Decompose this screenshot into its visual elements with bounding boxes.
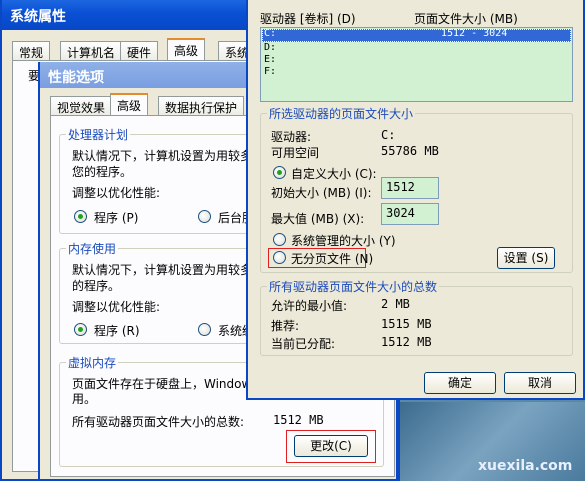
system-managed-label[interactable]: 系统管理的大小 (Y): [291, 232, 396, 249]
cancel-button[interactable]: 取消: [504, 372, 576, 394]
tab-advanced[interactable]: 高级: [167, 38, 206, 60]
initial-size-label: 初始大小 (MB) (I):: [271, 186, 372, 200]
drive-row-drive[interactable]: F:: [264, 66, 276, 77]
vm-total-label: 所有驱动器页面文件大小的总数:: [72, 415, 245, 429]
drive-row-size[interactable]: 1512 - 3024: [441, 28, 507, 39]
max-size-field[interactable]: 3024: [381, 203, 439, 225]
performance-options-title: 性能选项: [48, 70, 104, 86]
change-button[interactable]: 更改(C): [294, 435, 368, 457]
processor-scheduling-title: 处理器计划: [66, 126, 131, 143]
tab-computer-name[interactable]: 计算机名: [60, 41, 123, 61]
max-size-label: 最大值 (MB) (X):: [271, 212, 365, 226]
processor-programs-radio[interactable]: [74, 210, 87, 223]
drive-list[interactable]: C: 1512 - 3024 D: E: F:: [260, 27, 573, 102]
custom-size-label[interactable]: 自定义大小 (C):: [291, 165, 377, 182]
memory-desc-line2: 的程序。: [72, 279, 121, 293]
memory-programs-radio[interactable]: [74, 323, 87, 336]
memory-system-cache-radio[interactable]: [198, 323, 211, 336]
processor-background-radio[interactable]: [198, 210, 211, 223]
no-paging-file-label[interactable]: 无分页文件 (N): [291, 250, 373, 267]
tab-perf-advanced[interactable]: 高级: [110, 93, 149, 115]
processor-programs-label[interactable]: 程序 (P): [94, 209, 138, 226]
system-properties-title: 系统属性: [10, 9, 66, 25]
free-space-label: 可用空间: [271, 146, 320, 160]
selected-drive-group: 所选驱动器的页面文件大小 驱动器: C: 可用空间 55786 MB 自定义大小…: [260, 105, 573, 273]
memory-adjust-label: 调整以优化性能:: [72, 300, 161, 314]
vm-total-value: 1512 MB: [273, 413, 324, 427]
tab-hardware[interactable]: 硬件: [120, 41, 159, 61]
drive-row-drive[interactable]: E:: [264, 54, 276, 65]
size-column-header: 页面文件大小 (MB): [414, 12, 518, 26]
set-button[interactable]: 设置 (S): [497, 247, 555, 269]
memory-usage-title: 内存使用: [66, 240, 119, 257]
min-allowed-label: 允许的最小值:: [271, 299, 348, 313]
min-allowed-value: 2 MB: [381, 297, 410, 311]
no-paging-file-radio[interactable]: [273, 251, 286, 264]
memory-desc-line1: 默认情况下，计算机设置为用较多: [72, 263, 253, 277]
recommended-value: 1515 MB: [381, 317, 432, 331]
drive-label: 驱动器:: [271, 130, 312, 144]
currently-allocated-label: 当前已分配:: [271, 337, 336, 351]
free-space-value: 55786 MB: [381, 144, 439, 158]
processor-desc-line1: 默认情况下，计算机设置为用较多: [72, 149, 253, 163]
tab-dep[interactable]: 数据执行保护: [158, 96, 245, 116]
virtual-memory-dialog: 驱动器 [卷标] (D) 页面文件大小 (MB) C: 1512 - 3024 …: [246, 0, 585, 400]
tab-visual-effects[interactable]: 视觉效果: [50, 96, 113, 116]
watermark: xuexila.com: [478, 458, 573, 474]
drive-row-drive[interactable]: D:: [264, 42, 276, 53]
selected-drive-title: 所选驱动器的页面文件大小: [267, 105, 416, 122]
processor-desc-line2: 您的程序。: [72, 165, 133, 179]
tab-general[interactable]: 常规: [12, 41, 51, 61]
drive-value: C:: [381, 128, 396, 142]
recommended-label: 推荐:: [271, 319, 300, 333]
vm-desc-line1: 页面文件存在于硬盘上，Windows: [72, 377, 258, 391]
vm-desc-line2: 用。: [72, 392, 97, 406]
currently-allocated-value: 1512 MB: [381, 335, 432, 349]
drive-row-drive[interactable]: C:: [264, 28, 276, 39]
totals-group: 所有驱动器页面文件大小的总数 允许的最小值: 2 MB 推荐: 1515 MB …: [260, 278, 573, 356]
memory-programs-label[interactable]: 程序 (R): [94, 322, 140, 339]
virtual-memory-title: 虚拟内存: [66, 354, 119, 371]
drive-row-selected[interactable]: [262, 29, 571, 42]
initial-size-field[interactable]: 1512: [381, 177, 439, 199]
system-managed-radio[interactable]: [273, 233, 286, 246]
totals-title: 所有驱动器页面文件大小的总数: [267, 278, 440, 295]
processor-adjust-label: 调整以优化性能:: [72, 186, 161, 200]
custom-size-radio[interactable]: [273, 166, 286, 179]
drive-column-header: 驱动器 [卷标] (D): [260, 12, 356, 26]
ok-button[interactable]: 确定: [424, 372, 496, 394]
